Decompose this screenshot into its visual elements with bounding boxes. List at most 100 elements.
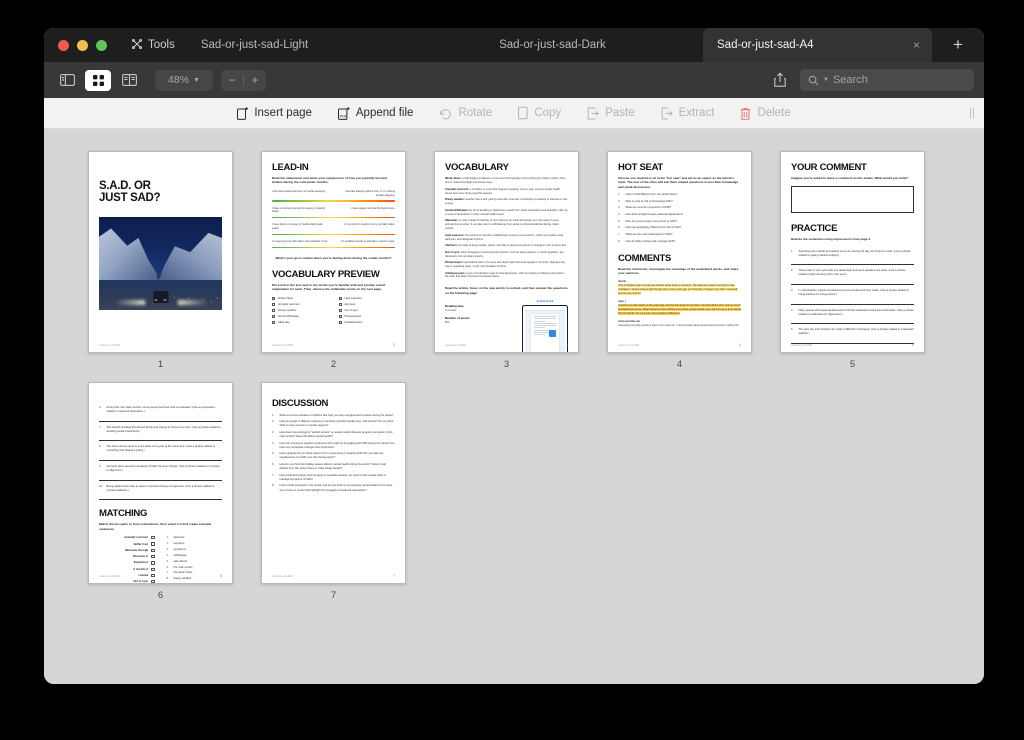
search-field[interactable]: ▼ Search bbox=[800, 69, 974, 91]
page-thumbnail-5[interactable]: YOUR COMMENT Imagine you're asked to lea… bbox=[780, 151, 925, 353]
practice-item: 6. During the cold, dark months, some peo… bbox=[99, 406, 222, 422]
gradient-scale-bar[interactable] bbox=[272, 199, 395, 202]
page-thumbnail-2[interactable]: LEAD-IN Read the statements and share yo… bbox=[261, 151, 406, 353]
page-footer: content rev. 01.2026 bbox=[445, 345, 466, 347]
answer-box[interactable] bbox=[151, 548, 155, 553]
answer-box[interactable] bbox=[151, 542, 155, 546]
tab-sad-or-just-sad-light[interactable]: Sad-or-just-sad-Light bbox=[187, 28, 402, 62]
share-button[interactable] bbox=[769, 69, 791, 91]
search-input[interactable]: Search bbox=[833, 74, 868, 86]
close-window-button[interactable] bbox=[58, 39, 69, 51]
vocab-check-item[interactable]: Alertness bbox=[338, 302, 396, 306]
answer-line[interactable] bbox=[791, 280, 914, 285]
checkbox[interactable] bbox=[338, 296, 342, 300]
checkbox[interactable] bbox=[338, 320, 342, 324]
matching-left-item[interactable]: Experience bbox=[99, 561, 155, 565]
paste-button[interactable]: Paste bbox=[574, 107, 647, 120]
zoom-out-button[interactable]: − bbox=[221, 74, 243, 86]
answer-line[interactable] bbox=[99, 456, 222, 462]
answer-line[interactable] bbox=[791, 319, 914, 325]
page-footer-number: 6 bbox=[220, 574, 222, 578]
vocab-check-item[interactable]: Photoreceptor bbox=[338, 314, 396, 318]
answer-line[interactable] bbox=[99, 495, 222, 501]
new-tab-button[interactable]: + bbox=[932, 28, 984, 62]
gradient-scale-bar[interactable] bbox=[272, 246, 395, 249]
matching-left-item[interactable]: Out of sync bbox=[99, 580, 155, 583]
search-scope-chevron-icon[interactable]: ▼ bbox=[823, 77, 829, 83]
scale-left-text: I'm enjoying time with others and activi… bbox=[272, 240, 328, 244]
matching-left-item[interactable]: Hibernate through bbox=[99, 548, 155, 553]
answer-line[interactable] bbox=[791, 339, 914, 344]
gradient-scale-bar[interactable] bbox=[272, 216, 395, 219]
append-file-button[interactable]: PDF Append file bbox=[325, 106, 427, 120]
tab-sad-or-just-sad-dark[interactable]: Sad-or-just-sad-Dark bbox=[402, 28, 703, 62]
answer-line[interactable] bbox=[99, 436, 222, 442]
vocab-check-item[interactable]: Hibernate bbox=[272, 320, 329, 324]
vocab-check-item[interactable]: Social withdrawal bbox=[272, 314, 329, 318]
comment-answer-box[interactable] bbox=[791, 186, 914, 214]
sidebar-view-button[interactable] bbox=[54, 70, 80, 91]
tools-button[interactable]: Tools bbox=[119, 28, 187, 62]
answer-line[interactable] bbox=[99, 417, 222, 422]
vocab-check-item[interactable]: Annually recurrent bbox=[272, 302, 329, 306]
checkbox[interactable] bbox=[338, 302, 342, 306]
two-page-view-button[interactable] bbox=[116, 70, 142, 91]
checkbox[interactable] bbox=[272, 314, 276, 318]
delete-button[interactable]: Delete bbox=[727, 107, 803, 120]
page-cell[interactable]: HOT SEAT Choose one student to sit in th… bbox=[607, 151, 752, 370]
copy-button[interactable]: Copy bbox=[505, 106, 574, 120]
checkbox[interactable] bbox=[338, 314, 342, 318]
answer-box[interactable] bbox=[151, 554, 155, 559]
checkbox[interactable] bbox=[338, 308, 342, 312]
page-thumbnail-1[interactable]: S.A.D. OR JUST SAD? content rev. 01.2026 bbox=[88, 151, 233, 353]
checkbox[interactable] bbox=[272, 296, 276, 300]
vocab-check-item[interactable]: Antidepressant bbox=[338, 320, 396, 324]
rotate-button[interactable]: Rotate bbox=[426, 107, 505, 120]
vocab-check-item[interactable]: Out of sync bbox=[338, 308, 396, 312]
answer-box[interactable] bbox=[151, 561, 155, 565]
page-cell[interactable]: LEAD-IN Read the statements and share yo… bbox=[261, 151, 406, 370]
matching-left-item[interactable]: Decrease in bbox=[99, 554, 155, 559]
matching-left-item[interactable]: A stretch of bbox=[99, 567, 155, 571]
close-tab-icon[interactable]: × bbox=[913, 38, 920, 52]
accent-block bbox=[549, 330, 556, 338]
page-thumbnail-7[interactable]: DISCUSSION 1. What are some activities or… bbox=[261, 382, 406, 584]
zoom-level-dropdown[interactable]: 48% ▼ bbox=[155, 69, 213, 91]
chevron-down-icon: ▼ bbox=[193, 76, 200, 84]
zoom-window-button[interactable] bbox=[96, 39, 107, 51]
vocab-check-item[interactable]: Light exposure bbox=[338, 296, 396, 300]
resize-grip-handle[interactable] bbox=[969, 107, 974, 119]
page-thumbnail-6[interactable]: 6. During the cold, dark months, some peo… bbox=[88, 382, 233, 584]
item-text: How do people in different cultures or c… bbox=[279, 420, 394, 428]
zoom-in-button[interactable]: + bbox=[244, 74, 266, 86]
answer-line[interactable] bbox=[791, 260, 914, 266]
answer-box[interactable] bbox=[151, 580, 155, 583]
gradient-scale-bar[interactable] bbox=[272, 233, 395, 236]
answer-line[interactable] bbox=[791, 300, 914, 305]
page-thumbnail-3[interactable]: VOCABULARY Winter blues: a mild feeling … bbox=[434, 151, 579, 353]
matching-left-item[interactable]: Annually recurrent bbox=[99, 536, 155, 540]
answer-box[interactable] bbox=[151, 573, 155, 578]
tab-sad-or-just-sad-a4[interactable]: Sad-or-just-sad-A4 × bbox=[703, 28, 932, 62]
answer-line[interactable] bbox=[99, 476, 222, 481]
checkbox[interactable] bbox=[272, 308, 276, 312]
page-cell[interactable]: 6. During the cold, dark months, some peo… bbox=[88, 382, 233, 601]
answer-box[interactable] bbox=[151, 567, 155, 571]
page-cell[interactable]: S.A.D. OR JUST SAD? content rev. 01.2026… bbox=[88, 151, 233, 370]
insert-page-button[interactable]: Insert page bbox=[224, 106, 325, 120]
checkbox[interactable] bbox=[272, 320, 276, 324]
page-cell[interactable]: DISCUSSION 1. What are some activities or… bbox=[261, 382, 406, 601]
download-link[interactable]: download link bbox=[522, 300, 568, 303]
vocab-check-item[interactable]: Dreary weather bbox=[272, 308, 329, 312]
extract-button[interactable]: Extract bbox=[648, 107, 728, 120]
checkbox[interactable] bbox=[272, 302, 276, 306]
matching-left-item[interactable]: Suffer from bbox=[99, 542, 155, 546]
answer-box[interactable] bbox=[151, 536, 155, 540]
minimize-window-button[interactable] bbox=[77, 39, 88, 51]
grid-view-button[interactable] bbox=[85, 69, 111, 91]
page-thumbnail-area[interactable]: S.A.D. OR JUST SAD? content rev. 01.2026… bbox=[44, 129, 984, 684]
vocab-check-item[interactable]: Winter blues bbox=[272, 296, 329, 300]
page-cell[interactable]: YOUR COMMENT Imagine you're asked to lea… bbox=[780, 151, 925, 370]
page-cell[interactable]: VOCABULARY Winter blues: a mild feeling … bbox=[434, 151, 579, 370]
page-thumbnail-4[interactable]: HOT SEAT Choose one student to sit in th… bbox=[607, 151, 752, 353]
